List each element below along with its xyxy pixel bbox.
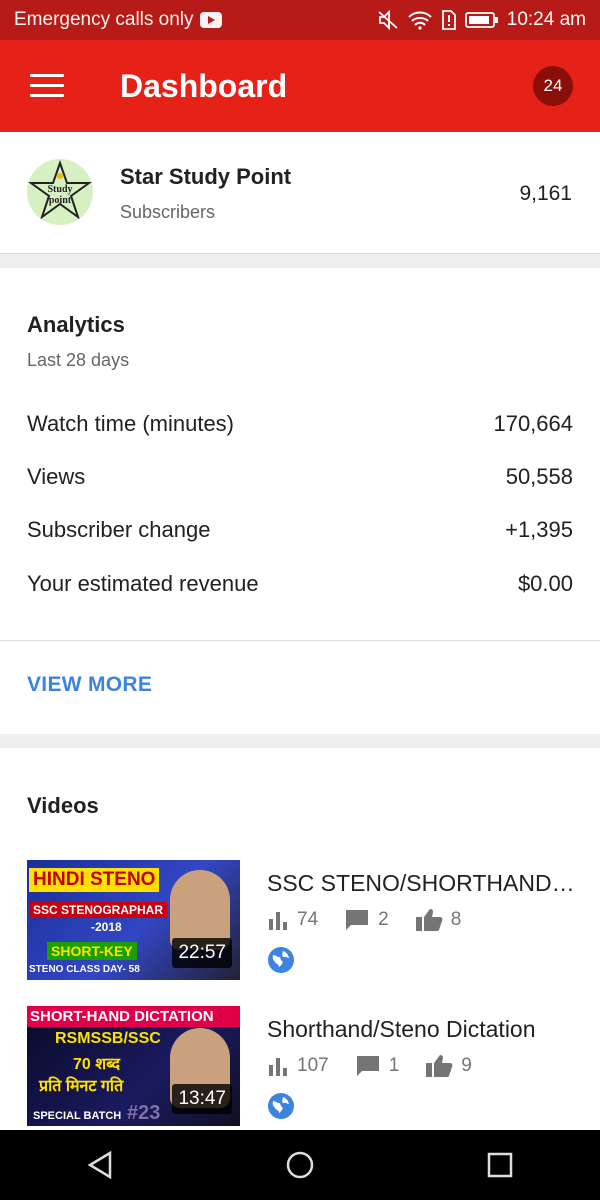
likes-stat: 9 bbox=[425, 1054, 472, 1078]
metric-label: Subscriber change bbox=[27, 517, 211, 542]
video-stats: 107 1 9 bbox=[267, 1054, 498, 1078]
youtube-notification-icon bbox=[199, 12, 222, 28]
likes-stat: 8 bbox=[415, 908, 462, 932]
views-count: 107 bbox=[297, 1055, 329, 1076]
subscribers-label: Subscribers bbox=[120, 202, 216, 222]
metric-label: Views bbox=[27, 464, 86, 489]
likes-count: 8 bbox=[450, 909, 462, 930]
recents-square-icon bbox=[487, 1152, 513, 1178]
thumb-text: -2018 bbox=[91, 920, 122, 934]
home-button[interactable] bbox=[270, 1135, 330, 1195]
videos-card: Videos HINDI STENO SSC STENOGRAPHAR -201… bbox=[0, 748, 600, 1130]
avatar-text-point: point bbox=[49, 195, 72, 206]
metric-watch-time: Watch time (minutes) 170,664 bbox=[27, 411, 573, 437]
analytics-title: Analytics bbox=[27, 312, 125, 337]
mute-icon bbox=[378, 10, 398, 30]
metric-value: 50,558 bbox=[505, 464, 573, 489]
star-logo-icon: Study point bbox=[27, 159, 93, 220]
wifi-icon bbox=[408, 11, 432, 30]
carrier-text: Emergency calls only bbox=[14, 9, 194, 30]
metric-value: 170,664 bbox=[493, 411, 573, 436]
channel-avatar: Study point bbox=[27, 159, 93, 225]
video-thumbnail[interactable]: HINDI STENO SSC STENOGRAPHAR -2018 SHORT… bbox=[27, 860, 240, 980]
page-title: Dashboard bbox=[120, 68, 288, 104]
app-bar: Dashboard 24 bbox=[0, 40, 600, 132]
video-row[interactable]: HINDI STENO SSC STENOGRAPHAR -2018 SHORT… bbox=[0, 860, 600, 982]
divider bbox=[0, 640, 600, 641]
sim-alert-icon bbox=[441, 10, 456, 30]
section-separator bbox=[0, 254, 600, 268]
metric-subscriber-change: Subscriber change +1,395 bbox=[27, 517, 573, 543]
metric-label: Your estimated revenue bbox=[27, 571, 259, 596]
comments-count: 2 bbox=[378, 909, 389, 930]
home-circle-icon bbox=[286, 1151, 314, 1179]
video-row[interactable]: SHORT-HAND DICTATION RSMSSB/SSC 70 शब्द … bbox=[0, 1006, 600, 1128]
thumb-text: SPECIAL BATCH bbox=[33, 1110, 122, 1122]
analytics-period: Last 28 days bbox=[27, 350, 130, 370]
comments-count: 1 bbox=[388, 1055, 400, 1076]
globe-icon bbox=[268, 1093, 294, 1119]
thumb-text: SSC STENOGRAPHAR bbox=[29, 902, 168, 918]
channel-card: Study point Star Study Point Subscribers… bbox=[0, 132, 600, 254]
analytics-card: Analytics Last 28 days Watch time (minut… bbox=[0, 268, 600, 734]
views-stat: 74 bbox=[267, 909, 318, 931]
globe-icon bbox=[268, 947, 294, 973]
metric-revenue: Your estimated revenue $0.00 bbox=[27, 571, 573, 597]
video-title[interactable]: SSC STENO/SHORTHAND CLASS bbox=[267, 870, 577, 897]
video-duration: 22:57 bbox=[172, 938, 232, 968]
avatar-text-study: Study bbox=[47, 184, 72, 195]
metric-value: +1,395 bbox=[505, 517, 573, 542]
thumbs-up-icon bbox=[426, 1055, 453, 1077]
back-button[interactable] bbox=[70, 1135, 130, 1195]
likes-count: 9 bbox=[461, 1055, 472, 1076]
section-separator bbox=[0, 734, 600, 748]
video-title[interactable]: Shorthand/Steno Dictation bbox=[267, 1016, 577, 1043]
views-count: 74 bbox=[297, 909, 319, 930]
comments-stat: 2 bbox=[344, 908, 389, 932]
recents-button[interactable] bbox=[470, 1135, 530, 1195]
thumb-text: #23 bbox=[127, 1102, 161, 1124]
thumb-text: RSMSSB/SSC bbox=[55, 1030, 161, 1047]
thumb-text: HINDI STENO bbox=[29, 868, 160, 892]
thumb-text: SHORT-KEY bbox=[47, 942, 137, 960]
metric-views: Views 50,558 bbox=[27, 464, 573, 490]
metric-label: Watch time (minutes) bbox=[27, 411, 235, 436]
video-duration: 13:47 bbox=[172, 1084, 232, 1114]
bar-chart-icon bbox=[269, 1058, 287, 1076]
clock: 10:24 am bbox=[506, 9, 586, 30]
comment-icon bbox=[346, 910, 369, 930]
video-stats: 74 2 8 bbox=[267, 908, 487, 932]
videos-title: Videos bbox=[27, 793, 99, 818]
menu-icon[interactable] bbox=[30, 74, 64, 98]
back-triangle-icon bbox=[87, 1150, 112, 1180]
views-stat: 107 bbox=[267, 1055, 329, 1077]
system-nav-bar bbox=[0, 1130, 600, 1200]
channel-name: Star Study Point bbox=[120, 164, 292, 189]
comment-icon bbox=[356, 1056, 379, 1076]
thumb-text: STENO CLASS DAY- 58 bbox=[29, 964, 140, 975]
status-bar: Emergency calls only 10:24 am bbox=[0, 0, 600, 40]
thumb-text: प्रति मिनट गति bbox=[39, 1078, 124, 1095]
video-thumbnail[interactable]: SHORT-HAND DICTATION RSMSSB/SSC 70 शब्द … bbox=[27, 1006, 240, 1126]
bar-chart-icon bbox=[269, 912, 287, 930]
notification-badge[interactable]: 24 bbox=[533, 66, 573, 106]
subscribers-count: 9,161 bbox=[519, 182, 572, 205]
view-more-button[interactable]: VIEW MORE bbox=[27, 673, 152, 697]
thumb-text: 70 शब्द bbox=[73, 1056, 120, 1073]
battery-icon bbox=[464, 12, 498, 28]
comments-stat: 1 bbox=[355, 1054, 400, 1078]
metric-value: $0.00 bbox=[517, 571, 573, 596]
thumbs-up-icon bbox=[415, 909, 443, 931]
thumb-text: SHORT-HAND DICTATION bbox=[27, 1006, 240, 1027]
